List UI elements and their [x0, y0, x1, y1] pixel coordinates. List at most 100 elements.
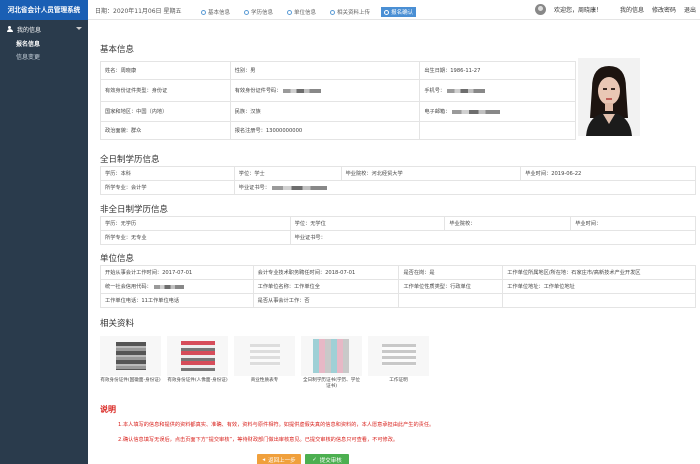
field-reg-no: 报名注册号：13000000000	[229, 121, 421, 140]
section-title-fulltime: 全日制学历信息	[100, 155, 160, 165]
redacted-value	[283, 88, 322, 93]
step-icon	[201, 9, 206, 15]
step-icon	[330, 9, 336, 15]
section-title-parttime: 非全日制学历信息	[100, 205, 169, 215]
doc-thumb-id-back[interactable]: 有效身份证件(国徽面-身份证)	[100, 336, 161, 389]
unit-info-table: 开始从事会计工作时间：2017-07-01 会计专业技术职务聘任时间：2018-…	[100, 265, 696, 308]
field-pt-grad-time: 毕业时间：	[570, 216, 696, 231]
redacted-value	[452, 109, 501, 114]
field-region: 工作单位所属地区/所在地：石家庄市/高新技术产业开发区	[502, 265, 696, 280]
step-basic[interactable]: 基本信息	[198, 7, 233, 17]
doc-image	[167, 336, 228, 376]
field-id-type: 有效身份证件类型：身份证	[105, 88, 168, 94]
step-label: 报名确认	[391, 10, 414, 16]
user-avatar-icon	[534, 4, 546, 15]
field-credit-code: 统一社会信用代码：	[105, 284, 152, 290]
field-unit-phone: 工作单位电话：11工作单位电话	[100, 293, 254, 308]
submit-button[interactable]: ✓ 提交审核	[305, 454, 349, 464]
back-button[interactable]: ◂ 返回上一步	[257, 454, 301, 464]
section-title-basic: 基本信息	[100, 45, 135, 55]
chevron-down-icon	[76, 27, 82, 30]
arrow-left-icon: ◂	[262, 456, 266, 463]
field-start-work: 开始从事会计工作时间：2017-07-01	[100, 265, 254, 280]
doc-thumb-id-front[interactable]: 有效身份证件(人像面-身份证)	[167, 336, 228, 389]
note-line-1: 1.本人填写的信息和提供的资料都真实、准确、有效，资料与原件相符。如提供虚假失真…	[118, 422, 435, 428]
field-country: 国家和地区：中国（内地）	[100, 101, 231, 122]
step-label: 基本信息	[208, 10, 231, 16]
sidebar: 我的信息 报名信息 信息变更	[0, 20, 88, 464]
current-date: 日期：2020年11月06日 星期五	[95, 8, 182, 15]
field-ft-cert: 毕业证书号：	[238, 185, 270, 191]
field-cert-time: 会计专业技术职务聘任时间：2018-07-01	[252, 265, 400, 280]
field-ft-xuewei: 学位：学士	[233, 166, 342, 181]
sidebar-item-registration[interactable]: 报名信息	[0, 38, 88, 51]
step-icon	[244, 9, 250, 15]
doc-caption: 有效身份证件(国徽面-身份证)	[100, 378, 161, 383]
field-birth: 出生日期：1986-11-27	[419, 61, 576, 80]
logout-link[interactable]: 退出	[684, 5, 696, 14]
step-unit[interactable]: 单位信息	[284, 7, 319, 17]
field-unit-addr: 工作单位地址：工作单位地址	[502, 279, 696, 294]
field-email: 电子邮箱：	[424, 109, 451, 115]
doc-caption: 全日制学历证书(学历、学位证书)	[303, 378, 360, 389]
sidebar-item-info-change[interactable]: 信息变更	[0, 51, 88, 64]
field-name: 姓名：周晓康	[100, 61, 231, 80]
step-label: 单位信息	[294, 10, 317, 16]
field-accounting: 是否从事会计工作：否	[252, 293, 400, 308]
back-label: 返回上一步	[268, 457, 296, 464]
section-title-docs: 相关资料	[100, 319, 135, 329]
check-icon: ✓	[312, 456, 317, 463]
step-upload[interactable]: 相关资料上传	[327, 7, 373, 17]
field-on-job: 是否在岗：是	[398, 265, 504, 280]
submit-label: 提交审核	[319, 457, 342, 464]
doc-thumb-diploma[interactable]: 全日制学历证书(学历、学位证书)	[301, 336, 362, 389]
user-area: 欢迎您，周晓康！ 我的信息 修改密码 退出	[534, 4, 696, 15]
field-gender: 性别：男	[229, 61, 421, 80]
doc-image	[234, 336, 295, 376]
app-title: 河北省会计人员管理系统	[0, 0, 88, 20]
field-pt-cert: 毕业证书号：	[289, 230, 697, 245]
welcome-text: 欢迎您，周晓康！	[553, 7, 602, 14]
field-unit-name: 工作单位名称：工作单位全	[252, 279, 400, 294]
doc-image	[301, 336, 362, 376]
field-ft-degree: 学历：本科	[100, 166, 235, 181]
basic-info-table: 姓名：周晓康 性别：男 出生日期：1986-11-27 有效身份证件类型：身份证…	[100, 61, 576, 140]
notes-title: 说明	[100, 405, 116, 414]
my-info-link[interactable]: 我的信息	[620, 5, 644, 14]
doc-caption: 有效身份证件(人像面-身份证)	[167, 378, 228, 383]
sidebar-group-my-info[interactable]: 我的信息	[0, 20, 88, 38]
redacted-value	[447, 88, 486, 93]
step-education[interactable]: 学历信息	[241, 7, 276, 17]
redacted-value	[153, 284, 184, 289]
section-title-unit: 单位信息	[100, 254, 135, 264]
change-password-link[interactable]: 修改密码	[652, 5, 676, 14]
doc-caption: 工作证明	[389, 378, 408, 383]
field-unit-type: 工作单位性质类型：行政单位	[398, 279, 504, 294]
field-ft-major: 所学专业：会计学	[100, 180, 235, 195]
progress-steps: 基本信息 学历信息 单位信息 相关资料上传 报名确认	[198, 7, 417, 17]
step-icon	[287, 9, 293, 15]
note-line-2: 2.确认信息填写无误后，点击页面下方“提交审核”，等待财政部门做出审核意见。已提…	[118, 437, 399, 443]
field-politics: 政治面貌：群众	[100, 121, 231, 140]
field-pt-xuewei: 学位：无学位	[289, 216, 446, 231]
doc-image	[100, 336, 161, 376]
step-label: 学历信息	[251, 10, 274, 16]
redacted-value	[271, 185, 327, 190]
field-id-no: 有效身份证件号码：	[234, 88, 282, 94]
step-icon	[384, 9, 390, 15]
person-icon	[6, 25, 13, 33]
field-ethnic: 民族：汉族	[229, 101, 421, 122]
field-pt-major: 所学专业：无专业	[100, 230, 291, 245]
field-phone: 手机号：	[424, 88, 446, 94]
doc-caption: 商业性质表专	[250, 378, 279, 383]
document-thumbnails: 有效身份证件(国徽面-身份证) 有效身份证件(人像面-身份证) 商业性质表专 全…	[100, 336, 429, 389]
field-ft-school: 毕业院校：河北经贸大学	[340, 166, 522, 181]
profile-photo	[578, 58, 640, 136]
doc-thumb-business[interactable]: 商业性质表专	[234, 336, 295, 389]
field-ft-grad-time: 毕业时间：2019-06-22	[520, 166, 696, 181]
field-pt-school: 毕业院校：	[444, 216, 572, 231]
step-confirm[interactable]: 报名确认	[381, 7, 417, 17]
sidebar-group-label: 我的信息	[17, 26, 42, 34]
fulltime-edu-table: 学历：本科 学位：学士 毕业院校：河北经贸大学 毕业时间：2019-06-22 …	[100, 166, 697, 195]
doc-thumb-work-proof[interactable]: 工作证明	[368, 336, 429, 389]
